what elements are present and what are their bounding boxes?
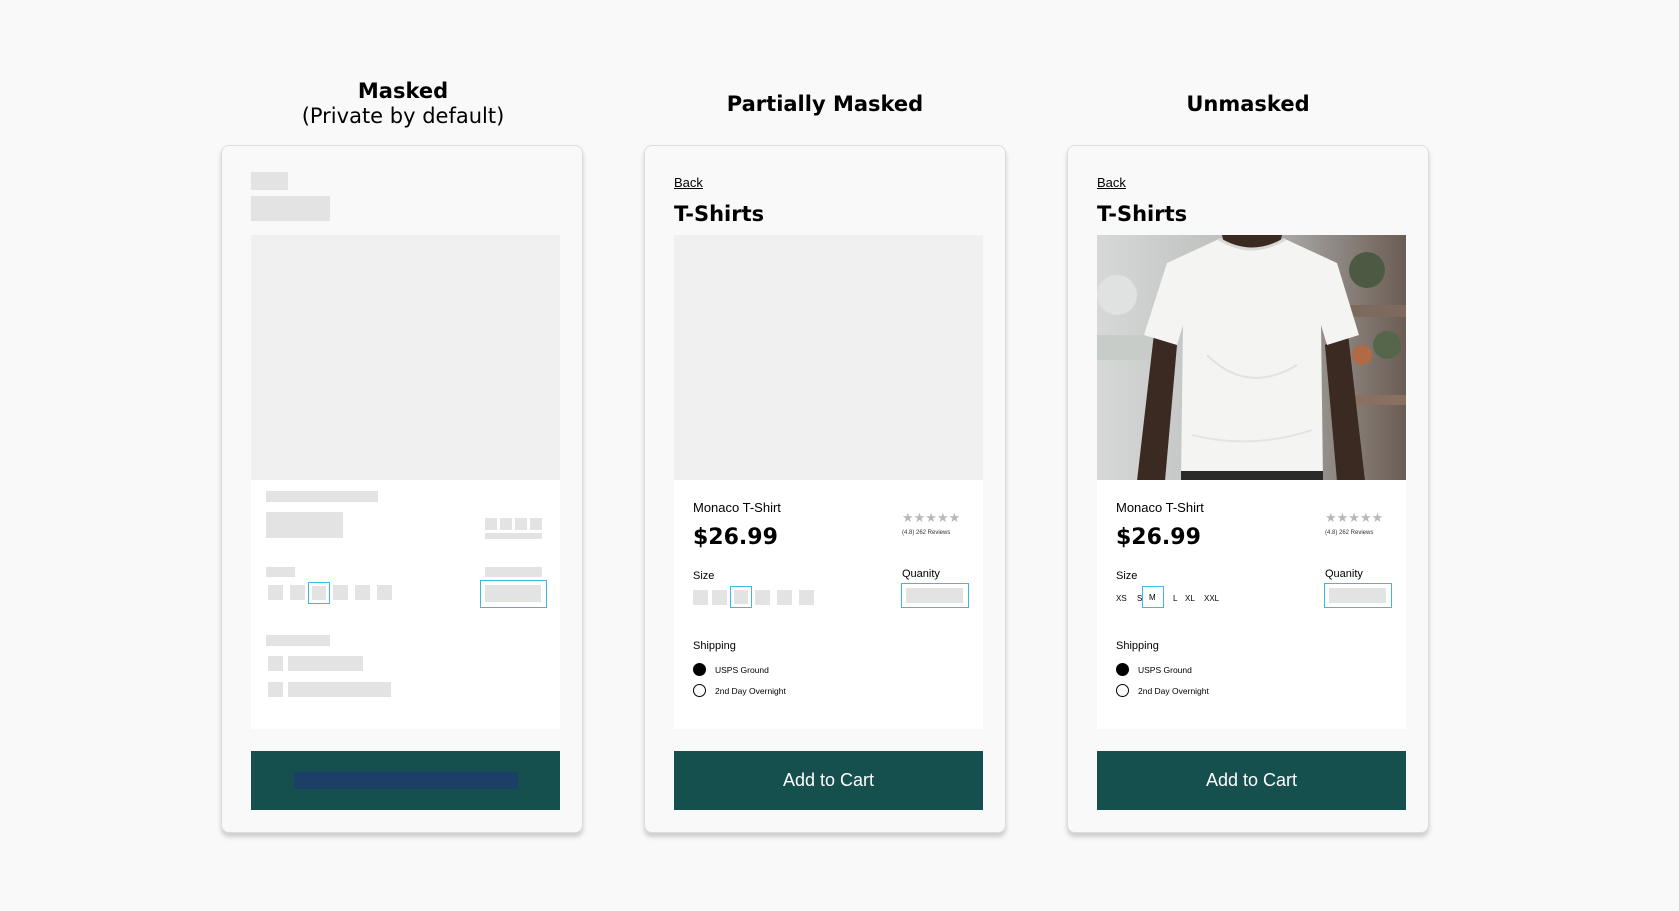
masked-size-option[interactable] xyxy=(777,590,792,605)
size-option-m-selected[interactable]: M xyxy=(1142,586,1164,608)
masked-price xyxy=(266,512,343,538)
back-link[interactable]: Back xyxy=(1097,175,1126,190)
product-card: Monaco T-Shirt $26.99 ★★★★★ (4.8) 262 Re… xyxy=(674,480,983,729)
quantity-input[interactable] xyxy=(1324,583,1392,608)
size-label: Size xyxy=(1116,570,1138,582)
size-option-xxl[interactable]: XXL xyxy=(1204,594,1219,603)
product-name: Monaco T-Shirt xyxy=(693,500,781,515)
back-link[interactable]: Back xyxy=(674,175,703,190)
masked-star xyxy=(530,518,542,530)
page-title: T-Shirts xyxy=(1097,202,1188,226)
masked-add-to-cart-button[interactable] xyxy=(251,751,560,810)
tshirt-photo xyxy=(1097,235,1406,481)
masked-size-option[interactable] xyxy=(693,590,708,605)
partial-column-title: Partially Masked xyxy=(726,92,924,116)
masked-product-name xyxy=(266,491,378,502)
shipping-option-2nd-day: 2nd Day Overnight xyxy=(1138,686,1209,696)
page-title: T-Shirts xyxy=(674,202,765,226)
add-to-cart-button[interactable]: Add to Cart xyxy=(674,751,983,810)
masked-title: Masked xyxy=(357,79,449,103)
masked-panel xyxy=(221,145,583,833)
shipping-option-usps: USPS Ground xyxy=(715,665,769,675)
masked-quantity-input[interactable] xyxy=(480,580,547,608)
masked-size-option[interactable] xyxy=(799,590,814,605)
masked-stars xyxy=(485,518,497,530)
masked-reviews xyxy=(485,533,542,539)
masked-size-selected[interactable] xyxy=(308,582,330,604)
masked-product-image xyxy=(251,235,560,481)
masked-size-option[interactable] xyxy=(712,590,727,605)
radio-usps-ground[interactable] xyxy=(693,663,706,676)
add-to-cart-button[interactable]: Add to Cart xyxy=(1097,751,1406,810)
quantity-input[interactable] xyxy=(901,583,969,608)
reviews-count: (4.8) 262 Reviews xyxy=(1325,530,1374,536)
masked-product-image xyxy=(674,235,983,481)
star-rating-icon: ★★★★★ xyxy=(1325,510,1384,525)
product-image xyxy=(1097,235,1406,481)
masked-radio[interactable] xyxy=(268,682,283,697)
unmasked-column-title: Unmasked xyxy=(1186,92,1310,116)
masked-quantity-fill xyxy=(906,588,963,603)
masked-star xyxy=(500,518,512,530)
masked-size-option-fill xyxy=(312,586,326,600)
reviews-count: (4.8) 262 Reviews xyxy=(902,530,951,536)
shipping-label: Shipping xyxy=(693,640,736,652)
masked-size-option[interactable] xyxy=(333,585,348,600)
masked-product-card xyxy=(251,480,560,729)
radio-usps-ground[interactable] xyxy=(1116,663,1129,676)
radio-2nd-day[interactable] xyxy=(693,684,706,697)
size-label: Size xyxy=(693,570,715,582)
quantity-label: Quanity xyxy=(902,568,940,580)
masked-column-title: Masked (Private by default) xyxy=(203,79,603,129)
unmasked-panel: Back T-Shirts Monaco T-Shirt $26.99 ★★★★… xyxy=(1067,145,1429,833)
product-name: Monaco T-Shirt xyxy=(1116,500,1204,515)
masked-size-option[interactable] xyxy=(377,585,392,600)
masked-star xyxy=(515,518,527,530)
masked-shipping-option xyxy=(288,682,391,697)
masked-page-title xyxy=(251,196,330,221)
masked-radio[interactable] xyxy=(268,656,283,671)
masked-size-option[interactable] xyxy=(268,585,283,600)
size-option-xs[interactable]: XS xyxy=(1116,594,1127,603)
masked-cta-label xyxy=(294,772,518,789)
size-option-xl[interactable]: XL xyxy=(1185,594,1195,603)
quantity-label: Quanity xyxy=(1325,568,1363,580)
masked-shipping-label xyxy=(266,635,330,646)
masked-size-option[interactable] xyxy=(290,585,305,600)
size-selected[interactable] xyxy=(730,586,752,608)
product-card: Monaco T-Shirt $26.99 ★★★★★ (4.8) 262 Re… xyxy=(1097,480,1406,729)
masked-subtitle: (Private by default) xyxy=(301,104,505,128)
shipping-option-usps: USPS Ground xyxy=(1138,665,1192,675)
masked-quantity-fill xyxy=(485,585,541,602)
masked-quantity-fill xyxy=(1329,588,1386,603)
star-rating-icon: ★★★★★ xyxy=(902,510,961,525)
partial-panel: Back T-Shirts Monaco T-Shirt $26.99 ★★★★… xyxy=(644,145,1006,833)
product-price: $26.99 xyxy=(693,525,778,550)
masked-shipping-option xyxy=(288,656,363,671)
size-option-l[interactable]: L xyxy=(1173,594,1177,603)
masked-size-label xyxy=(266,567,295,577)
size-option-m: M xyxy=(1149,593,1156,602)
masked-size-option[interactable] xyxy=(355,585,370,600)
masked-size-option[interactable] xyxy=(755,590,770,605)
shipping-option-2nd-day: 2nd Day Overnight xyxy=(715,686,786,696)
radio-2nd-day[interactable] xyxy=(1116,684,1129,697)
masked-size-option-fill xyxy=(734,590,748,604)
masked-back-link xyxy=(251,172,288,190)
masked-quantity-label xyxy=(485,567,542,577)
product-price: $26.99 xyxy=(1116,525,1201,550)
shipping-label: Shipping xyxy=(1116,640,1159,652)
